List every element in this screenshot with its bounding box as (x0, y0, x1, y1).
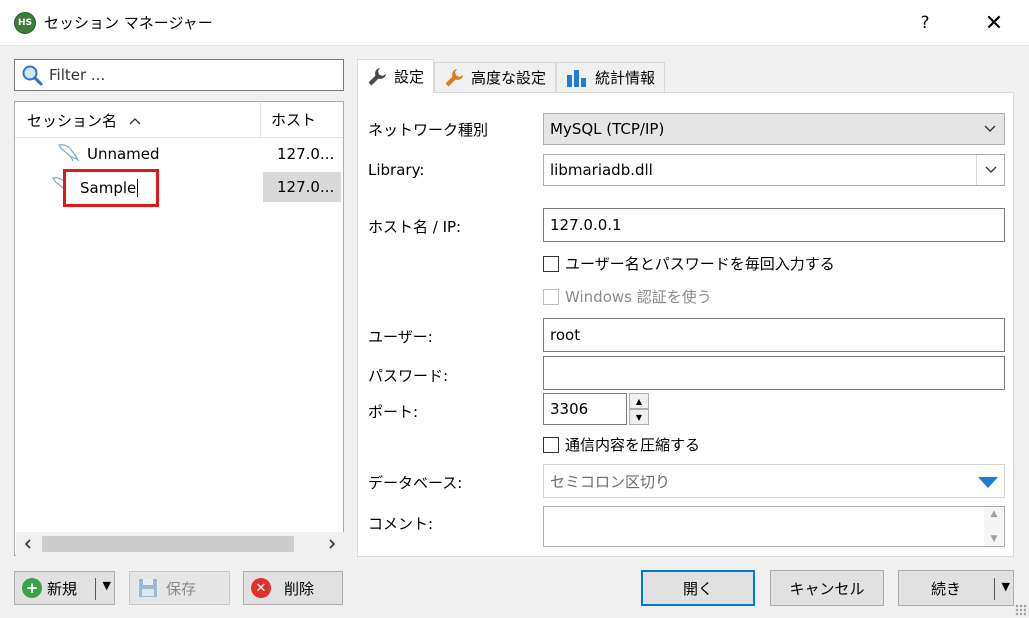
session-host: 127.0... (277, 145, 335, 163)
network-type-select[interactable]: MySQL (TCP/IP) (543, 113, 1005, 145)
windows-auth-label: Windows 認証を使う (565, 288, 712, 306)
tree-header: セッション名 ホスト (15, 102, 343, 138)
tree-row-unnamed[interactable]: Unnamed 127.0... (15, 139, 343, 169)
settings-panel: ネットワーク種別 MySQL (TCP/IP) Library: libmari… (357, 92, 1014, 557)
search-icon (21, 64, 43, 86)
filter-box[interactable] (14, 59, 344, 91)
scrollbar-thumb[interactable] (42, 536, 294, 552)
column-header-label: セッション名 (27, 111, 118, 130)
dropdown-arrow-icon[interactable]: ▼ (1002, 580, 1010, 593)
windows-auth-checkbox: Windows 認証を使う (543, 286, 712, 307)
user-label: ユーザー: (368, 328, 433, 346)
library-select[interactable]: libmariadb.dll (543, 154, 1005, 186)
window-title: セッション マネージャー (44, 14, 213, 32)
new-button[interactable]: + 新規 ▼ (14, 571, 115, 605)
database-placeholder: セミコロン区切り (550, 472, 671, 491)
dropdown-triangle-icon[interactable] (978, 477, 998, 488)
host-input[interactable]: 127.0.0.1 (543, 208, 1005, 242)
cancel-button[interactable]: キャンセル (770, 570, 884, 606)
port-input[interactable]: 3306 (543, 393, 627, 425)
column-header-host[interactable]: ホスト (261, 102, 343, 137)
open-button[interactable]: 開く (641, 570, 755, 606)
chevron-down-icon (976, 114, 1004, 144)
prompt-login-checkbox[interactable]: ユーザー名とパスワードを毎回入力する (543, 253, 835, 274)
dolphin-icon (57, 142, 80, 166)
session-name: Unnamed (87, 145, 160, 163)
tab-statistics[interactable]: 統計情報 (556, 62, 666, 92)
stepper-down-icon[interactable]: ▼ (629, 409, 649, 425)
plus-icon: + (22, 578, 42, 598)
stepper-up-icon[interactable]: ▲ (629, 393, 649, 409)
scroll-down-icon[interactable]: ▼ (991, 534, 998, 544)
resize-grip[interactable] (1015, 604, 1027, 616)
host-label: ホスト名 / IP: (368, 218, 462, 236)
tab-settings[interactable]: 設定 (357, 59, 435, 93)
port-stepper[interactable]: ▲ ▼ (629, 393, 649, 425)
scroll-right-button[interactable] (320, 532, 344, 556)
scroll-up-icon[interactable]: ▲ (991, 509, 998, 519)
close-button[interactable]: ✕ (972, 6, 1016, 40)
tab-label: 統計情報 (595, 69, 656, 87)
save-button[interactable]: 保存 (129, 571, 230, 605)
network-type-value: MySQL (TCP/IP) (550, 120, 665, 138)
dropdown-arrow-icon[interactable]: ▼ (103, 579, 111, 592)
scroll-left-button[interactable] (16, 532, 40, 556)
sort-ascending-icon (129, 111, 141, 129)
network-type-label: ネットワーク種別 (368, 121, 489, 139)
bar-chart-icon (566, 68, 588, 88)
compress-label: 通信内容を圧縮する (565, 436, 701, 454)
text-caret (137, 179, 139, 197)
column-header-session-name[interactable]: セッション名 (15, 102, 261, 138)
session-host: 127.0... (263, 172, 341, 202)
horizontal-scrollbar[interactable] (16, 532, 344, 556)
user-input[interactable]: root (543, 318, 1005, 352)
new-button-label: 新規 (47, 579, 78, 598)
database-select[interactable]: セミコロン区切り (543, 464, 1005, 498)
floppy-disk-icon (138, 578, 158, 598)
app-icon: HS (14, 12, 36, 34)
title-bar: HS セッション マネージャー ? ✕ (0, 0, 1029, 46)
password-input[interactable] (543, 356, 1005, 390)
checkbox-box (543, 288, 559, 305)
tab-label: 高度な設定 (471, 69, 547, 87)
continue-button[interactable]: 続き ▼ (898, 570, 1014, 606)
comment-textarea[interactable]: ▲ ▼ (543, 506, 1005, 547)
port-label: ポート: (368, 403, 419, 421)
session-tree[interactable]: セッション名 ホスト Unnamed 127.0... 127.0... Sam… (14, 101, 344, 556)
compress-checkbox[interactable]: 通信内容を圧縮する (543, 434, 700, 455)
delete-button-label: 削除 (284, 579, 315, 598)
checkbox-box[interactable] (543, 436, 559, 453)
tab-advanced-settings[interactable]: 高度な設定 (434, 62, 557, 92)
comment-label: コメント: (368, 515, 434, 533)
help-button[interactable]: ? (910, 8, 940, 38)
chevron-down-icon (976, 155, 1004, 185)
filter-input[interactable] (47, 65, 327, 85)
wrench-icon (367, 67, 387, 87)
tab-label: 設定 (394, 68, 425, 86)
vertical-scrollbar[interactable]: ▲ ▼ (984, 507, 1004, 546)
tab-bar: 設定 高度な設定 統計情報 (357, 59, 666, 93)
continue-button-label: 続き (931, 579, 962, 598)
checkbox-box[interactable] (543, 255, 559, 272)
library-label: Library: (368, 161, 425, 179)
password-label: パスワード: (368, 367, 449, 385)
database-label: データベース: (368, 474, 463, 492)
prompt-login-label: ユーザー名とパスワードを毎回入力する (565, 255, 835, 273)
orange-wrench-icon (444, 68, 464, 88)
library-value: libmariadb.dll (550, 161, 653, 179)
delete-icon: ✕ (251, 578, 271, 598)
delete-button[interactable]: ✕ 削除 (243, 571, 343, 605)
save-button-label: 保存 (166, 579, 197, 598)
session-name: Sample (80, 179, 137, 197)
rename-session-input[interactable]: Sample (80, 174, 160, 202)
